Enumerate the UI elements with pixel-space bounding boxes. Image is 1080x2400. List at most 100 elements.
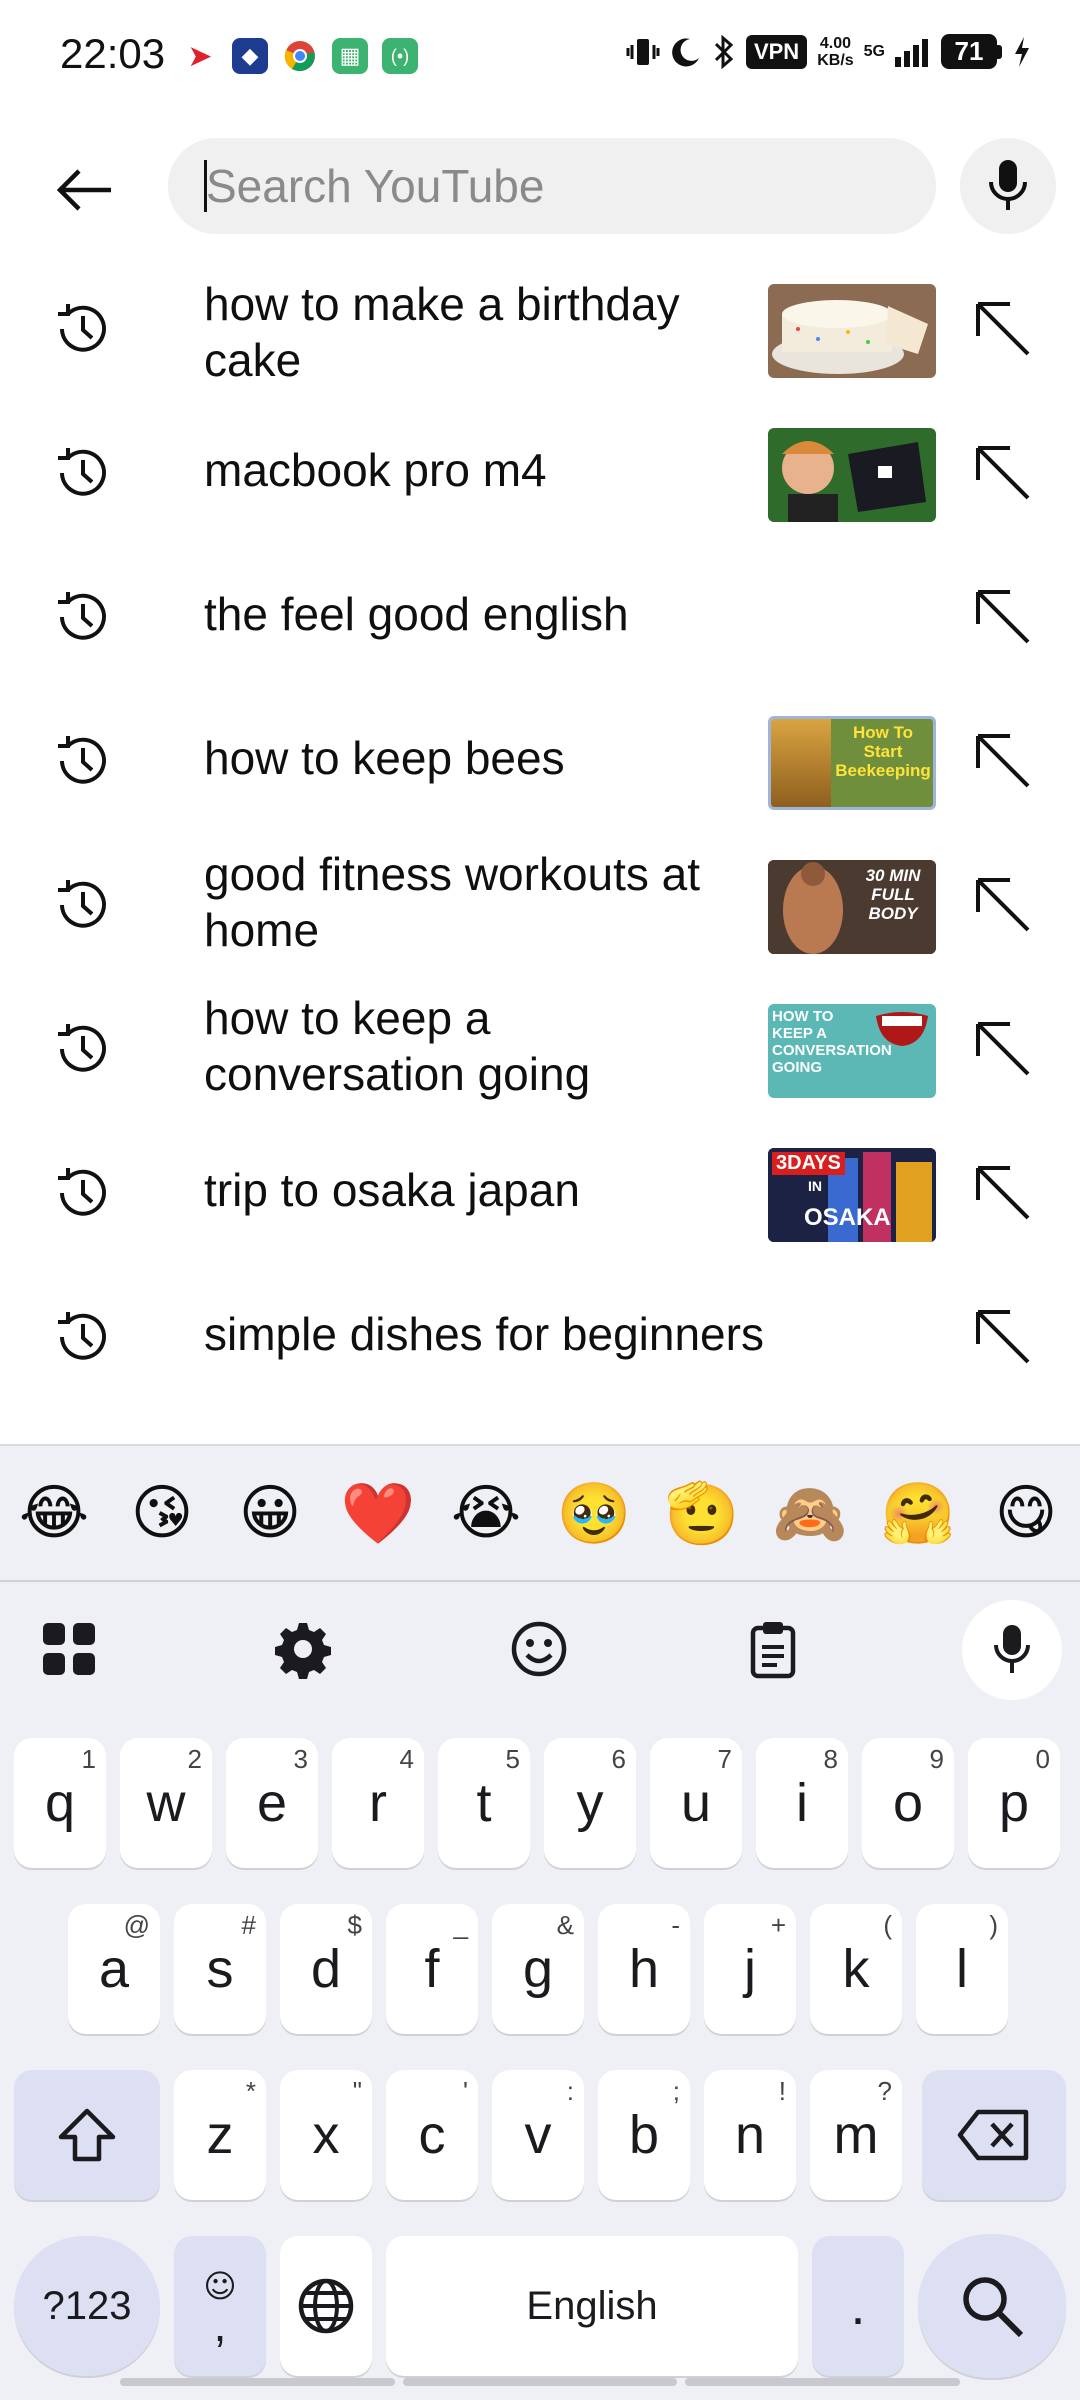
fill-query-arrow-icon[interactable]: [970, 1304, 1036, 1370]
key-label: c: [418, 2105, 446, 2165]
key-label: f: [424, 1939, 440, 1999]
key-q[interactable]: q1: [14, 1738, 106, 1868]
search-input[interactable]: [206, 138, 906, 234]
key-g[interactable]: g &: [492, 1904, 584, 2034]
suggestion-item[interactable]: how to keep a conversation going HOW TO …: [0, 976, 1080, 1116]
key-k[interactable]: k(: [810, 1904, 902, 2034]
fill-query-arrow-icon[interactable]: [970, 584, 1036, 650]
search-box[interactable]: [168, 138, 936, 234]
key-hint: 4: [399, 1744, 414, 1774]
key-label: u: [680, 1773, 712, 1833]
language-switch-key[interactable]: [280, 2236, 372, 2376]
key-z[interactable]: z *: [174, 2070, 266, 2200]
key-label: ?123: [42, 2283, 132, 2328]
key-hint: 0: [1035, 1744, 1050, 1774]
emoji-comma-key[interactable]: ☺ ,: [174, 2236, 266, 2376]
key-x[interactable]: x ": [280, 2070, 372, 2200]
key-l[interactable]: l): [916, 1904, 1008, 2034]
key-label: ,: [213, 2299, 227, 2351]
gesture-navigation-bar[interactable]: [120, 2378, 961, 2386]
key-hint: @: [123, 1910, 150, 1940]
emoji-key[interactable]: 😋: [976, 1478, 1076, 1548]
on-screen-keyboard: 😂 😘 😀 ❤️ 😭 🥹 🫡 🙈 🤗 😋 q1 w2 e3 r4 t5 y6 u…: [0, 1444, 1080, 2400]
suggestion-item[interactable]: macbook pro m4: [0, 400, 1080, 540]
key-h[interactable]: h-: [598, 1904, 690, 2034]
battery-cap: [997, 44, 1002, 59]
key-hint: :: [566, 2076, 574, 2106]
key-c[interactable]: c ': [386, 2070, 478, 2200]
keyboard-toolbar: [0, 1582, 1080, 1712]
emoji-key[interactable]: 🥹: [544, 1478, 644, 1549]
key-b[interactable]: b;: [598, 2070, 690, 2200]
key-hint: $: [347, 1910, 362, 1940]
emoji-suggestion-row: 😂 😘 😀 ❤️ 😭 🥹 🫡 🙈 🤗 😋: [0, 1446, 1080, 1580]
key-label: l: [956, 1939, 968, 1999]
fill-query-arrow-icon[interactable]: [970, 296, 1036, 362]
search-action-key[interactable]: [918, 2234, 1066, 2378]
key-m[interactable]: m?: [810, 2070, 902, 2200]
key-e[interactable]: e3: [226, 1738, 318, 1868]
key-s[interactable]: s #: [174, 1904, 266, 2034]
key-n[interactable]: n!: [704, 2070, 796, 2200]
suggestion-item[interactable]: the feel good english: [0, 544, 1080, 684]
emoji-keyboard-button[interactable]: [494, 1604, 584, 1694]
key-label: s: [206, 1939, 234, 1999]
key-a[interactable]: a @: [68, 1904, 160, 2034]
vpn-badge: VPN: [745, 34, 808, 69]
key-o[interactable]: o9: [862, 1738, 954, 1868]
search-header: [0, 130, 1080, 250]
apps-grid-icon: [43, 1623, 95, 1675]
apps-grid-button[interactable]: [24, 1604, 114, 1694]
back-button[interactable]: [40, 150, 130, 230]
suggestion-item[interactable]: trip to osaka japan 3DAYS IN OSAKA: [0, 1120, 1080, 1260]
thumbnail-caption: How To Start Beekeeping: [835, 723, 931, 780]
key-i[interactable]: i8: [756, 1738, 848, 1868]
key-hint: 7: [717, 1744, 732, 1774]
voice-search-button[interactable]: [960, 138, 1056, 234]
smiley-icon: [511, 1621, 567, 1677]
fill-query-arrow-icon[interactable]: [970, 1160, 1036, 1226]
fill-query-arrow-icon[interactable]: [970, 872, 1036, 938]
suggestion-thumbnail-conversation: HOW TO KEEP A CONVERSATION GOING: [768, 1004, 936, 1098]
suggestion-item[interactable]: simple dishes for beginners: [0, 1264, 1080, 1404]
emoji-key[interactable]: 🙈: [760, 1478, 860, 1549]
suggestion-item[interactable]: good fitness workouts at home 30 MIN FUL…: [0, 832, 1080, 972]
emoji-key[interactable]: 😀: [220, 1478, 320, 1548]
emoji-key[interactable]: 🤗: [868, 1478, 968, 1549]
key-w[interactable]: w2: [120, 1738, 212, 1868]
key-y[interactable]: y6: [544, 1738, 636, 1868]
key-label: z: [206, 2105, 234, 2165]
nav-segment: [402, 2378, 678, 2386]
emoji-key[interactable]: ❤️: [328, 1478, 428, 1549]
shift-key[interactable]: [14, 2070, 160, 2200]
suggestion-item[interactable]: how to make a birthday cake: [0, 256, 1080, 396]
emoji-key[interactable]: 😂: [4, 1478, 104, 1548]
key-j[interactable]: j +: [704, 1904, 796, 2034]
keyboard-voice-input-button[interactable]: [962, 1600, 1062, 1700]
suggestion-item[interactable]: how to keep bees How To Start Beekeeping: [0, 688, 1080, 828]
symbols-key[interactable]: ?123: [14, 2236, 160, 2376]
fill-query-arrow-icon[interactable]: [970, 1016, 1036, 1082]
keyboard-settings-button[interactable]: [258, 1604, 348, 1694]
key-r[interactable]: r4: [332, 1738, 424, 1868]
key-t[interactable]: t5: [438, 1738, 530, 1868]
clipboard-button[interactable]: [728, 1604, 818, 1694]
emoji-key[interactable]: 😘: [112, 1478, 212, 1548]
key-f[interactable]: f _: [386, 1904, 478, 2034]
fill-query-arrow-icon[interactable]: [970, 728, 1036, 794]
emoji-key[interactable]: 🫡: [652, 1478, 752, 1549]
key-v[interactable]: v:: [492, 2070, 584, 2200]
status-bar: 22:03 ➤ ◆ ▦ (•) VPN 4.00 KB/s 5G 71: [0, 0, 1080, 110]
emoji-key[interactable]: 😭: [436, 1478, 536, 1548]
space-bar[interactable]: English: [386, 2236, 798, 2376]
key-u[interactable]: u7: [650, 1738, 742, 1868]
history-icon: [58, 448, 106, 496]
back-arrow-icon: [56, 169, 111, 211]
thumbnail-caption: HOW TO KEEP A CONVERSATION GOING: [772, 1008, 892, 1076]
key-d[interactable]: d $: [280, 1904, 372, 2034]
period-key[interactable]: .: [812, 2236, 904, 2376]
fill-query-arrow-icon[interactable]: [970, 440, 1036, 506]
key-p[interactable]: p0: [968, 1738, 1060, 1868]
backspace-key[interactable]: [922, 2070, 1066, 2200]
key-hint: 5: [505, 1744, 520, 1774]
